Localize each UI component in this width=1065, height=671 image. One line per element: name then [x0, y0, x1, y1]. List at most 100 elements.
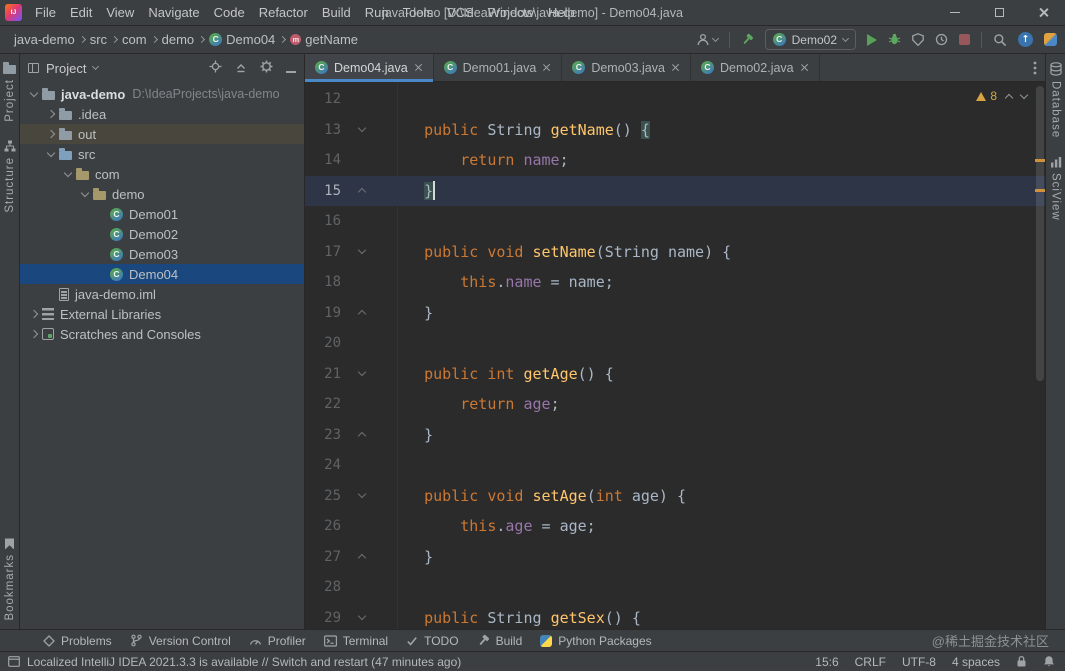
line-number[interactable]: 29	[305, 610, 345, 626]
chevron-right-icon[interactable]	[46, 109, 56, 119]
status-message[interactable]: Localized IntelliJ IDEA 2021.3.3 is avai…	[27, 655, 461, 669]
fold-region-icon[interactable]	[357, 612, 367, 621]
fold-region-icon[interactable]	[357, 368, 367, 377]
tree-item-java-demo-iml[interactable]: java-demo.iml	[20, 284, 304, 304]
project-panel-title[interactable]: Project	[46, 61, 86, 76]
line-number[interactable]: 28	[305, 579, 345, 595]
tree-item-demo03[interactable]: C Demo03	[20, 244, 304, 264]
notifications-icon[interactable]	[1043, 655, 1055, 668]
tree-item-demo[interactable]: demo	[20, 184, 304, 204]
breadcrumb-item-src[interactable]: src	[88, 32, 109, 47]
tool-window-button-build[interactable]: Build	[468, 630, 532, 651]
tree-item-demo04[interactable]: C Demo04	[20, 264, 304, 284]
line-number[interactable]: 18	[305, 274, 345, 290]
tab-close-icon[interactable]	[671, 63, 680, 72]
menu-view[interactable]: View	[99, 0, 141, 25]
tool-window-button-problems[interactable]: Problems	[34, 630, 121, 651]
fold-region-icon[interactable]	[357, 246, 367, 255]
line-number[interactable]: 22	[305, 396, 345, 412]
line-number[interactable]: 12	[305, 91, 345, 107]
code-line-19[interactable]: 19 }	[305, 298, 1045, 329]
tab-close-icon[interactable]	[542, 63, 551, 72]
editor[interactable]: 12 13 public String getName() {14 return …	[305, 82, 1045, 629]
breadcrumb-item-demo[interactable]: demo	[160, 32, 197, 47]
line-number[interactable]: 15	[305, 183, 345, 199]
search-everywhere-button[interactable]	[993, 33, 1007, 47]
close-button[interactable]	[1021, 0, 1065, 25]
code-line-24[interactable]: 24	[305, 450, 1045, 481]
tool-window-button-bookmarks[interactable]: Bookmarks	[4, 538, 16, 621]
line-number[interactable]: 25	[305, 488, 345, 504]
code-line-18[interactable]: 18 this.name = name;	[305, 267, 1045, 298]
menu-refactor[interactable]: Refactor	[252, 0, 315, 25]
debug-button[interactable]	[888, 33, 901, 46]
tree-item-demo01[interactable]: C Demo01	[20, 204, 304, 224]
fold-end-icon[interactable]	[357, 188, 367, 197]
fold-region-icon[interactable]	[357, 490, 367, 499]
prev-problem-button[interactable]	[1004, 93, 1014, 102]
fold-end-icon[interactable]	[357, 554, 367, 563]
line-number[interactable]: 17	[305, 244, 345, 260]
code-line-22[interactable]: 22 return age;	[305, 389, 1045, 420]
code-line-29[interactable]: 29 public String getSex() {	[305, 603, 1045, 630]
chevron-down-icon[interactable]	[80, 188, 90, 197]
code-line-26[interactable]: 26 this.age = age;	[305, 511, 1045, 542]
line-number[interactable]: 19	[305, 305, 345, 321]
chevron-down-icon[interactable]	[46, 148, 56, 157]
fold-end-icon[interactable]	[357, 310, 367, 319]
next-problem-button[interactable]	[1019, 90, 1029, 99]
code-line-28[interactable]: 28	[305, 572, 1045, 603]
maximize-button[interactable]	[977, 0, 1021, 25]
run-button[interactable]	[867, 33, 877, 46]
tool-window-button-sciview[interactable]: SciView	[1050, 156, 1062, 221]
encoding-widget[interactable]: UTF-8	[902, 655, 936, 669]
chevron-right-icon[interactable]	[46, 129, 56, 139]
breadcrumb-item-demo04[interactable]: C Demo04	[207, 32, 277, 47]
menu-code[interactable]: Code	[207, 0, 252, 25]
code-line-12[interactable]: 12	[305, 84, 1045, 115]
chevron-right-icon[interactable]	[29, 329, 39, 339]
profile-button[interactable]	[935, 33, 948, 46]
code-line-14[interactable]: 14 return name;	[305, 145, 1045, 176]
breadcrumb-item-java-demo[interactable]: java-demo	[12, 32, 77, 47]
breadcrumb-item-com[interactable]: com	[120, 32, 149, 47]
run-configuration-select[interactable]: C Demo02	[764, 29, 856, 50]
tool-window-button-version-control[interactable]: Version Control	[121, 630, 240, 651]
lock-icon[interactable]	[1016, 655, 1027, 668]
hide-panel-button[interactable]	[286, 61, 296, 76]
chevron-down-icon[interactable]	[63, 168, 73, 177]
tab-close-icon[interactable]	[414, 63, 423, 72]
tab-close-icon[interactable]	[800, 63, 809, 72]
line-number[interactable]: 24	[305, 457, 345, 473]
menu-edit[interactable]: Edit	[63, 0, 99, 25]
tool-window-button-python-packages[interactable]: Python Packages	[531, 630, 660, 651]
breadcrumb-item-getname[interactable]: m getName	[288, 32, 360, 47]
line-number[interactable]: 20	[305, 335, 345, 351]
line-number[interactable]: 23	[305, 427, 345, 443]
tab-demo04-java[interactable]: C Demo04.java	[305, 54, 434, 82]
code-line-21[interactable]: 21 public int getAge() {	[305, 359, 1045, 390]
tree-item-java-demo[interactable]: java-demo D:\IdeaProjects\java-demo	[20, 84, 304, 104]
code-line-15[interactable]: 15 }	[305, 175, 1045, 206]
indent-widget[interactable]: 4 spaces	[952, 655, 1000, 669]
settings-sync-button[interactable]	[1044, 33, 1057, 46]
tree-item-idea[interactable]: .idea	[20, 104, 304, 124]
warning-count[interactable]: 8	[990, 89, 997, 103]
code-line-27[interactable]: 27 }	[305, 542, 1045, 573]
line-number[interactable]: 16	[305, 213, 345, 229]
tool-window-button-terminal[interactable]: Terminal	[315, 630, 397, 651]
code-line-17[interactable]: 17 public void setName(String name) {	[305, 237, 1045, 268]
tab-options-button[interactable]	[1033, 61, 1037, 78]
editor-scrollbar[interactable]	[1036, 86, 1044, 381]
tool-window-button-todo[interactable]: TODO	[397, 630, 467, 651]
tool-window-button-profiler[interactable]: Profiler	[240, 630, 315, 651]
menu-navigate[interactable]: Navigate	[141, 0, 206, 25]
collapse-all-button[interactable]	[235, 61, 247, 76]
tree-item-out[interactable]: out	[20, 124, 304, 144]
run-with-coverage-button[interactable]	[912, 33, 924, 46]
minimize-button[interactable]	[933, 0, 977, 25]
chevron-right-icon[interactable]	[29, 309, 39, 319]
menu-build[interactable]: Build	[315, 0, 358, 25]
menu-file[interactable]: File	[28, 0, 63, 25]
tool-window-button-project[interactable]: Project	[3, 62, 16, 122]
